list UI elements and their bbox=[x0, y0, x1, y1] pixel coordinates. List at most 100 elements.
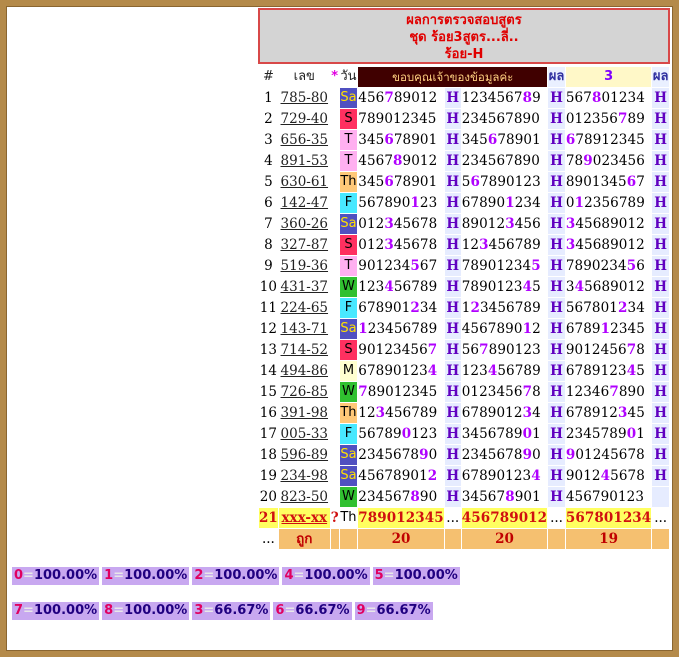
pair-link[interactable]: 494-86 bbox=[281, 363, 329, 379]
hit-2: H bbox=[548, 88, 565, 108]
table-row: 18 596-89 Sa 234567890 H 234567890 H 901245678 H bbox=[259, 445, 669, 465]
pair-link[interactable]: 142-47 bbox=[281, 195, 329, 211]
header-result-2: ผล bbox=[652, 67, 669, 87]
table-row: 3 656-35 T 345678901 H 345678901 H 678912345 H bbox=[259, 130, 669, 150]
hit-3: H bbox=[652, 109, 669, 129]
sequence-3: 567801234 bbox=[565, 90, 645, 106]
digit-stat: 5=100.00% bbox=[372, 567, 460, 585]
stat-digit: 9 bbox=[356, 603, 366, 618]
prediction-row: 21 xxx-xx? Th 789012345... 456789012... 56780… bbox=[259, 508, 669, 528]
sequence-2: 345678901 bbox=[461, 426, 541, 442]
pair-cell: xxx-xx bbox=[278, 508, 330, 528]
sequence-2: 567890123 bbox=[461, 342, 541, 358]
hit-1: H bbox=[444, 235, 461, 255]
pair-link[interactable]: 360-26 bbox=[281, 216, 329, 232]
row-number: 2 bbox=[264, 111, 273, 127]
sequence-1: 901234567 bbox=[358, 342, 438, 358]
sequence-2: 123456789 bbox=[461, 90, 541, 106]
highlight-digit: 7 bbox=[479, 342, 489, 358]
table-row: 1 785-80 Sa 456789012 H 123456789 H 567801234 H bbox=[259, 88, 669, 108]
sequence-1: 456789012 bbox=[358, 468, 438, 484]
row-number: 20 bbox=[259, 489, 277, 505]
header-num: # bbox=[259, 67, 278, 87]
pair-link[interactable]: 391-98 bbox=[281, 405, 329, 421]
hit-3: H bbox=[652, 382, 669, 402]
title-line-1: ผลการตรวจสอบสูตร bbox=[406, 13, 522, 28]
highlight-digit: 6 bbox=[470, 174, 480, 190]
pair-cell: 005-33 bbox=[279, 424, 330, 444]
digit-stat: 1=100.00% bbox=[102, 567, 190, 585]
pair-cell: 891-53 bbox=[279, 151, 330, 171]
pair-link[interactable]: 143-71 bbox=[281, 321, 329, 337]
table-row: 17 005-33 F 567890123 H 345678901 H 234578901 H bbox=[259, 424, 669, 444]
prediction-3: 567801234 bbox=[565, 508, 652, 528]
hit-2: H bbox=[548, 109, 565, 129]
hit-3: H bbox=[652, 424, 669, 444]
sequence-1: 123456789 bbox=[358, 279, 438, 295]
footer-spacer bbox=[652, 529, 669, 549]
hit-2: H bbox=[548, 382, 565, 402]
mark-cell bbox=[331, 109, 339, 129]
totals-row: ... ถูก 20 20 19 bbox=[259, 529, 669, 549]
highlight-digit: 1 bbox=[358, 321, 368, 337]
pair-cell: 327-87 bbox=[279, 235, 330, 255]
sequence-1: 456789012 bbox=[358, 90, 438, 106]
pair-link[interactable]: 519-36 bbox=[281, 258, 329, 274]
mark-cell bbox=[331, 88, 339, 108]
sequence-2: 345678901 bbox=[461, 132, 541, 148]
pair-link[interactable]: 726-85 bbox=[281, 384, 329, 400]
digit-stat: 9=66.67% bbox=[354, 602, 433, 620]
mark-cell bbox=[331, 256, 339, 276]
day-badge: T bbox=[339, 256, 358, 276]
row-number: 8 bbox=[264, 237, 273, 253]
sequence-3: 123467890 bbox=[565, 384, 645, 400]
sequence-2: 678901234 bbox=[461, 195, 541, 211]
prediction-1: 789012345 bbox=[358, 508, 444, 528]
hit-2: H bbox=[548, 277, 565, 297]
hit-2: H bbox=[548, 424, 565, 444]
header-thanks: ขอบคุณเจ้าของข้อมูลค่ะ bbox=[358, 67, 548, 87]
pair-link[interactable]: 005-33 bbox=[281, 426, 329, 442]
day-badge: F bbox=[339, 424, 358, 444]
table-row: 12 143-71 Sa 123456789 H 456789012 H 678912345 H bbox=[259, 319, 669, 339]
title-box: ผลการตรวจสอบสูตร ชุด ร้อย3สูตร...ลี่.. ร… bbox=[258, 8, 670, 64]
hit-1: H bbox=[444, 466, 461, 486]
sequence-2: 123456789 bbox=[461, 300, 541, 316]
prediction-2: 456789012 bbox=[461, 508, 548, 528]
hit-3: H bbox=[652, 235, 669, 255]
hit-3: H bbox=[652, 214, 669, 234]
highlight-digit: 9 bbox=[583, 153, 593, 169]
pair-link[interactable]: 656-35 bbox=[281, 132, 329, 148]
pair-link[interactable]: 714-52 bbox=[281, 342, 329, 358]
footer-dots: ... bbox=[259, 529, 278, 549]
pair-link[interactable]: 823-50 bbox=[281, 489, 329, 505]
pair-link[interactable]: 596-89 bbox=[281, 447, 329, 463]
pair-link[interactable]: 234-98 bbox=[281, 468, 329, 484]
pair-link[interactable]: 729-40 bbox=[281, 111, 329, 127]
mark-cell bbox=[331, 487, 339, 507]
stat-equals: = bbox=[23, 568, 34, 583]
row-number: 6 bbox=[264, 195, 273, 211]
hit-3: H bbox=[652, 298, 669, 318]
pair-link[interactable]: 327-87 bbox=[281, 237, 329, 253]
highlight-digit: 0 bbox=[522, 426, 533, 442]
mark-cell bbox=[331, 445, 339, 465]
hit-1: H bbox=[444, 361, 461, 381]
hit-1: H bbox=[444, 193, 461, 213]
pair-link[interactable]: 224-65 bbox=[281, 300, 329, 316]
highlight-digit: 3 bbox=[375, 405, 386, 421]
pair-link[interactable]: 630-61 bbox=[281, 174, 329, 190]
pair-link[interactable]: 431-37 bbox=[281, 279, 329, 295]
highlight-digit: 9 bbox=[419, 447, 429, 463]
pair-cell: 431-37 bbox=[279, 277, 330, 297]
hit-3: H bbox=[652, 172, 669, 192]
pair-link[interactable]: 785-80 bbox=[281, 90, 329, 106]
highlight-digit: 8 bbox=[393, 153, 403, 169]
pair-link[interactable]: 891-53 bbox=[281, 153, 329, 169]
row-number: 4 bbox=[264, 153, 273, 169]
pair-link[interactable]: xxx-xx bbox=[281, 510, 327, 526]
sequence-2: 234567890 bbox=[461, 111, 540, 127]
sequence-1: 012345678 bbox=[358, 216, 438, 232]
pair-cell: 142-47 bbox=[279, 193, 330, 213]
stat-percent: 100.00% bbox=[33, 603, 98, 618]
